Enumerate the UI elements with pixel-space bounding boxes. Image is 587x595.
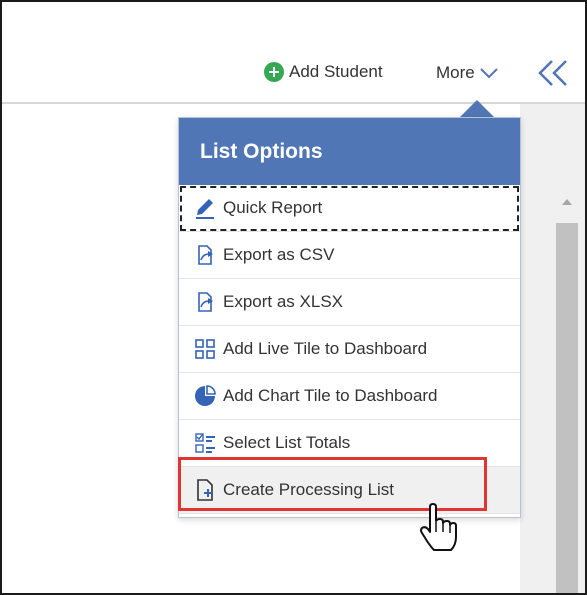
menu-item-label: Select List Totals bbox=[223, 433, 351, 452]
more-button[interactable]: More bbox=[436, 60, 498, 86]
menu-item-quick-report[interactable]: Quick Report bbox=[179, 185, 520, 232]
pencil-icon bbox=[193, 196, 217, 220]
add-student-button[interactable]: Add Student bbox=[264, 60, 383, 84]
scroll-up-arrow-icon[interactable] bbox=[552, 195, 582, 209]
add-circle-icon bbox=[264, 62, 284, 82]
add-document-icon bbox=[193, 478, 217, 502]
export-icon bbox=[193, 290, 217, 314]
menu-item-select-list-totals[interactable]: Select List Totals bbox=[179, 420, 520, 467]
pie-chart-icon bbox=[193, 384, 217, 408]
menu-item-export-csv[interactable]: Export as CSV bbox=[179, 232, 520, 279]
menu-item-create-processing-list[interactable]: Create Processing List bbox=[179, 467, 520, 514]
menu-item-label: Export as CSV bbox=[223, 245, 335, 264]
scrollbar-thumb[interactable] bbox=[556, 223, 578, 593]
menu-item-label: Quick Report bbox=[223, 198, 323, 217]
menu-item-label: Export as XLSX bbox=[223, 292, 344, 311]
menu-item-label: Create Processing List bbox=[223, 480, 395, 499]
menu-item-add-live-tile[interactable]: Add Live Tile to Dashboard bbox=[179, 326, 520, 373]
add-student-label: Add Student bbox=[289, 62, 383, 81]
checklist-icon bbox=[193, 431, 217, 455]
menu-item-export-xlsx[interactable]: Export as XLSX bbox=[179, 279, 520, 326]
menu-header: List Options bbox=[179, 118, 520, 185]
vertical-scrollbar[interactable] bbox=[552, 187, 582, 593]
collapse-double-chevron-icon[interactable] bbox=[534, 58, 574, 88]
list-options-menu: List Options Quick Report Export as CSV bbox=[178, 117, 521, 518]
toolbar-divider bbox=[2, 102, 585, 104]
chevron-down-icon bbox=[480, 68, 498, 79]
menu-item-label: Add Chart Tile to Dashboard bbox=[223, 386, 438, 405]
menu-title: List Options bbox=[200, 139, 323, 163]
menu-item-add-chart-tile[interactable]: Add Chart Tile to Dashboard bbox=[179, 373, 520, 420]
menu-item-label: Add Live Tile to Dashboard bbox=[223, 339, 428, 358]
dropdown-pointer bbox=[459, 100, 495, 118]
export-icon bbox=[193, 243, 217, 267]
app-window: Add Student More List Options Quick Repo… bbox=[0, 0, 587, 595]
hand-pointer-icon bbox=[420, 503, 457, 551]
grid-icon bbox=[193, 337, 217, 361]
toolbar: Add Student More bbox=[2, 2, 585, 102]
more-label: More bbox=[436, 63, 475, 82]
